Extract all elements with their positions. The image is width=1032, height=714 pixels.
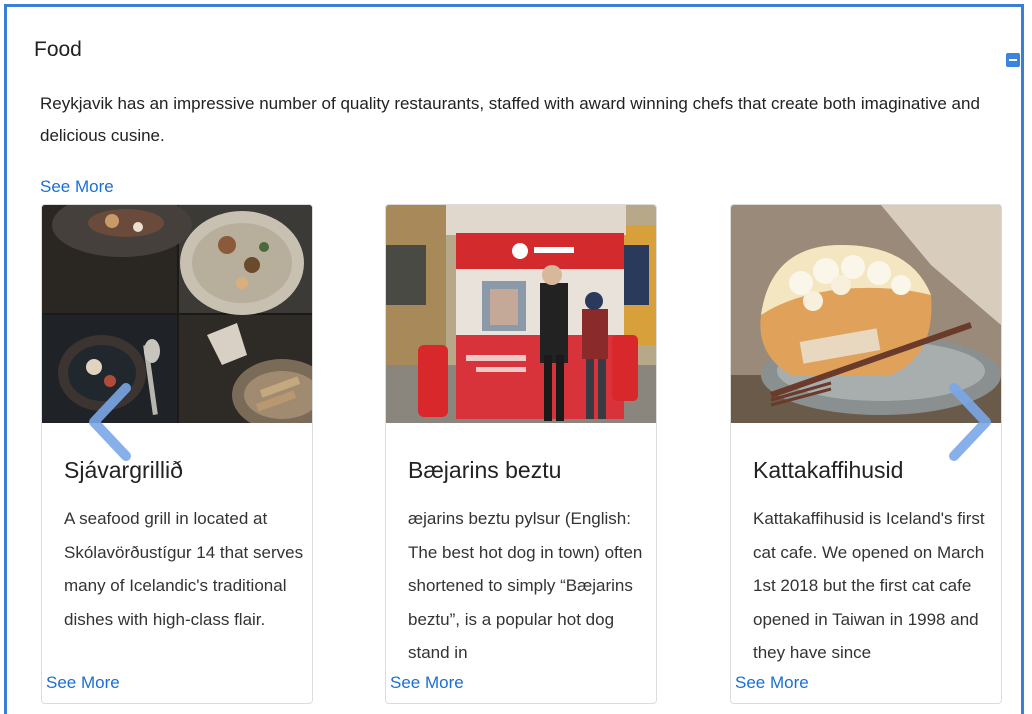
- card-see-more-link[interactable]: See More: [46, 673, 120, 693]
- card-title: Bæjarins beztu: [408, 457, 562, 483]
- chevron-left-icon[interactable]: [82, 382, 152, 462]
- card-baejarins-beztu: Bæjarins beztu æjarins beztu pylsur (Eng…: [385, 204, 657, 704]
- chevron-right-icon[interactable]: [930, 382, 1000, 462]
- section-see-more-link[interactable]: See More: [40, 177, 114, 197]
- hot-dog-stand-image: [386, 205, 656, 423]
- section-description: Reykjavik has an impressive number of qu…: [40, 94, 980, 145]
- card-text: Kattakaffihusid is Iceland's first cat c…: [753, 509, 985, 662]
- card-see-more-link[interactable]: See More: [735, 673, 809, 693]
- card-see-more-link[interactable]: See More: [390, 673, 464, 693]
- card-text: æjarins beztu pylsur (English: The best …: [408, 509, 643, 662]
- card-title: Kattakaffihusid: [753, 457, 904, 483]
- collapse-icon[interactable]: [1006, 53, 1020, 67]
- section-title: Food: [34, 38, 82, 61]
- card-text: A seafood grill in located at Skólavörðu…: [64, 509, 304, 629]
